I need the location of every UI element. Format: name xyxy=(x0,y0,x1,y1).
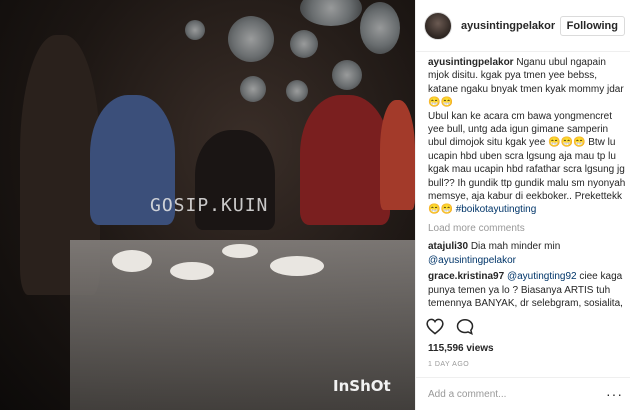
person-silhouette xyxy=(380,100,415,210)
comment-username[interactable]: atajuli30 xyxy=(428,241,468,252)
wall-plate xyxy=(228,16,274,62)
more-options-icon[interactable]: ··· xyxy=(606,386,623,402)
person-silhouette xyxy=(300,95,390,225)
heart-icon[interactable] xyxy=(426,318,444,335)
wall-plate xyxy=(290,30,318,58)
post-timestamp: 1 DAY AGO xyxy=(428,361,470,368)
mention-link[interactable]: @ayusintingpelakor xyxy=(428,255,516,266)
plate-on-table xyxy=(170,262,214,280)
caption-username[interactable]: ayusintingpelakor xyxy=(428,57,514,68)
wall-plate xyxy=(286,80,308,102)
following-button[interactable]: Following xyxy=(559,15,625,36)
view-count: 115,596 views xyxy=(428,343,494,354)
comment-text: Dia mah minder min xyxy=(470,241,561,253)
wall-plate xyxy=(185,20,205,40)
hashtag-link[interactable]: #boikotayutingting xyxy=(456,204,537,215)
comments-list[interactable]: ayusintingpelakor Nganu ubul ngapain mjo… xyxy=(428,56,628,310)
wall-plate xyxy=(240,76,266,102)
plate-on-table xyxy=(270,256,324,276)
post-header: ayusintingpelakor Following xyxy=(416,0,630,52)
comment-username[interactable]: grace.kristina97 xyxy=(428,271,504,282)
mention-link[interactable]: @ayutingting92 xyxy=(507,271,577,282)
load-more-comments-link[interactable]: Load more comments xyxy=(428,222,628,235)
post-actions xyxy=(426,318,474,335)
avatar[interactable] xyxy=(424,11,452,40)
wall-plate xyxy=(332,60,362,90)
plate-on-table xyxy=(222,244,258,258)
post-sidebar: ayusintingpelakor Following ayusintingpe… xyxy=(415,0,630,410)
list-item: atajuli30 Dia mah minder min @ayusinting… xyxy=(428,240,628,267)
caption: ayusintingpelakor Nganu ubul ngapain mjo… xyxy=(428,56,628,217)
caption-text: Nganu ubul ngapain mjok disitu. kgak pya… xyxy=(428,57,626,216)
comment-icon[interactable] xyxy=(456,318,474,335)
post-media[interactable]: GOSIP.KUIN InShOt xyxy=(0,0,415,410)
video-watermark: GOSIP.KUIN xyxy=(150,195,269,216)
add-comment-bar: ··· xyxy=(416,377,630,410)
post-username[interactable]: ayusintingpelakor xyxy=(461,20,560,32)
wall-plate xyxy=(360,2,400,54)
inshot-logo: InShOt xyxy=(333,377,391,395)
comment-input[interactable] xyxy=(428,388,606,400)
plate-on-table xyxy=(112,250,152,272)
list-item: grace.kristina97 @ayutingting92 ciee kag… xyxy=(428,270,628,310)
